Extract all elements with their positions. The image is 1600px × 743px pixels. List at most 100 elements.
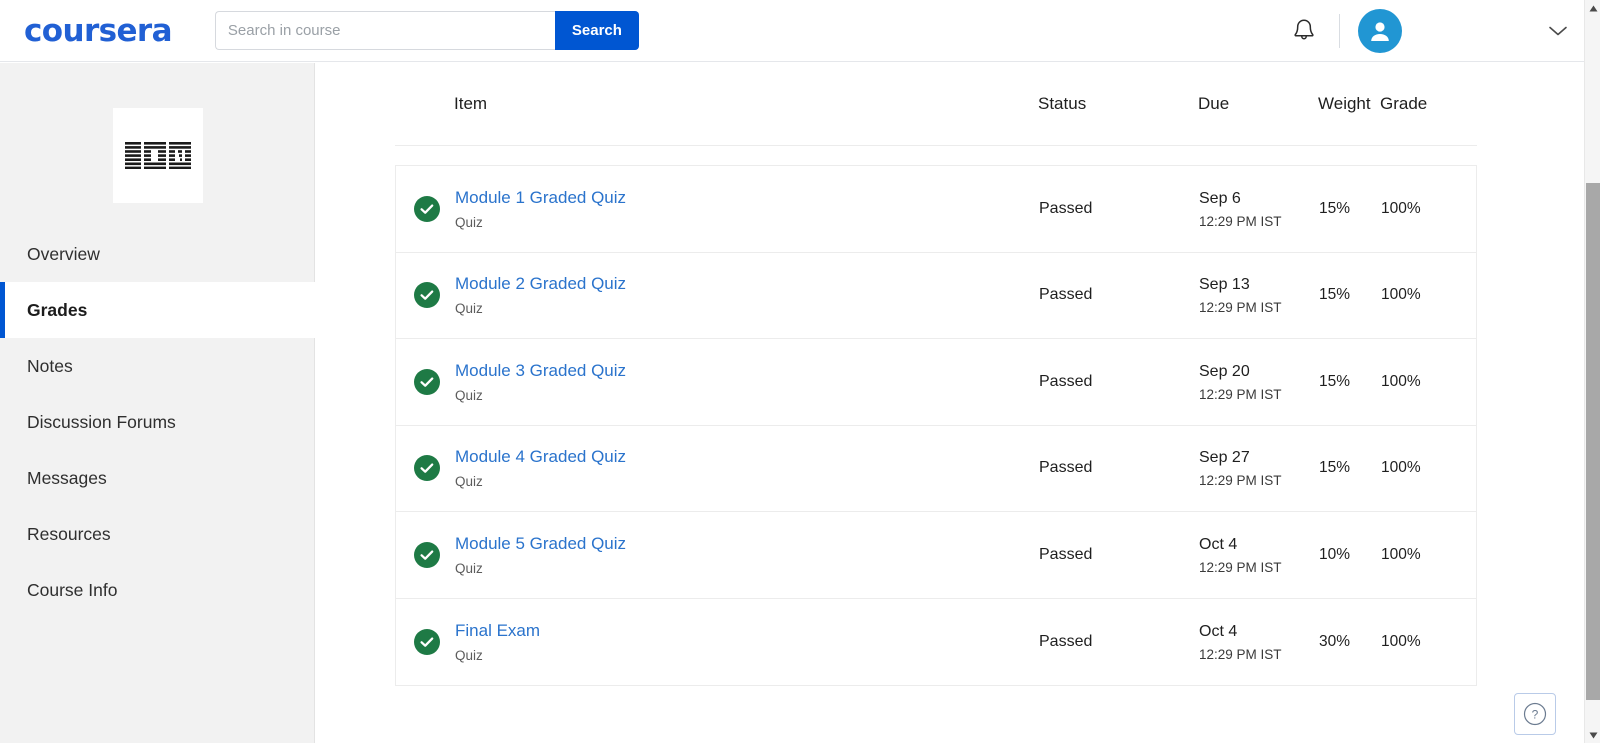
sidebar-item-label: Resources: [27, 523, 111, 544]
due-date: Sep 27: [1199, 449, 1250, 467]
scroll-down-arrow-icon[interactable]: [1585, 727, 1600, 743]
due-cell: Oct 4 12:29 PM IST: [1199, 621, 1319, 663]
grade-cell: 100%: [1381, 199, 1421, 217]
assignment-link[interactable]: Module 4 Graded Quiz: [455, 446, 1039, 468]
item-cell: Module 5 Graded Quiz Quiz: [455, 533, 1039, 577]
sidebar-item-resources[interactable]: Resources: [0, 506, 315, 562]
check-circle-icon: [414, 541, 440, 568]
item-cell: Module 1 Graded Quiz Quiz: [455, 187, 1039, 231]
sidebar-item-course-info[interactable]: Course Info: [0, 562, 315, 618]
sidebar-item-messages[interactable]: Messages: [0, 450, 315, 506]
ibm-logo-icon: [125, 142, 191, 169]
vertical-scrollbar[interactable]: [1584, 0, 1600, 743]
weight-cell: 15%: [1319, 372, 1351, 390]
header-divider: [1339, 13, 1340, 48]
sidebar-item-label: Messages: [27, 467, 107, 488]
due-date: Oct 4: [1199, 535, 1238, 553]
column-header-grade: Grade: [1380, 94, 1428, 113]
assignment-link[interactable]: Final Exam: [455, 620, 1039, 642]
table-row[interactable]: Module 5 Graded Quiz Quiz Passed Oct 4 1…: [396, 512, 1476, 599]
due-time: 12:29 PM IST: [1199, 213, 1282, 229]
sidebar-item-grades[interactable]: Grades: [0, 282, 315, 338]
svg-text:?: ?: [1532, 708, 1539, 722]
grade-cell: 100%: [1381, 632, 1421, 650]
column-header-weight: Weight: [1318, 94, 1371, 113]
assignment-type: Quiz: [455, 560, 483, 576]
weight-cell: 10%: [1319, 545, 1351, 563]
item-cell: Module 2 Graded Quiz Quiz: [455, 273, 1039, 317]
due-date: Sep 6: [1199, 189, 1241, 207]
table-row[interactable]: Module 3 Graded Quiz Quiz Passed Sep 20 …: [396, 339, 1476, 426]
weight-cell: 15%: [1319, 286, 1351, 304]
assignment-link[interactable]: Module 5 Graded Quiz: [455, 533, 1039, 555]
sidebar-item-discussion-forums[interactable]: Discussion Forums: [0, 394, 315, 450]
assignment-link[interactable]: Module 1 Graded Quiz: [455, 187, 1039, 209]
sidebar-item-label: Course Info: [27, 579, 118, 600]
assignment-type: Quiz: [455, 474, 483, 490]
search-input[interactable]: [214, 11, 555, 50]
check-circle-icon: [414, 628, 440, 655]
table-header-row: Item Status Due Weight Grade: [395, 63, 1477, 146]
header-actions: [1285, 0, 1584, 61]
item-cell: Final Exam Quiz: [455, 620, 1039, 664]
grade-cell: 100%: [1381, 372, 1421, 390]
column-header-status: Status: [1038, 94, 1087, 113]
due-date: Sep 20: [1199, 362, 1250, 380]
grade-cell: 100%: [1381, 545, 1421, 563]
scrollbar-thumb[interactable]: [1586, 183, 1600, 700]
due-cell: Sep 20 12:29 PM IST: [1199, 361, 1319, 403]
due-cell: Sep 6 12:29 PM IST: [1199, 188, 1319, 230]
assignment-link[interactable]: Module 2 Graded Quiz: [455, 273, 1039, 295]
due-time: 12:29 PM IST: [1199, 646, 1282, 662]
table-row[interactable]: Module 1 Graded Quiz Quiz Passed Sep 6 1…: [396, 166, 1476, 253]
due-date: Sep 13: [1199, 276, 1250, 294]
avatar[interactable]: [1358, 8, 1402, 53]
coursera-logo[interactable]: coursera: [24, 13, 173, 49]
assignment-link[interactable]: Module 3 Graded Quiz: [455, 360, 1039, 382]
sidebar-nav: Overview Grades Notes Discussion Forums …: [0, 226, 315, 618]
table-row[interactable]: Final Exam Quiz Passed Oct 4 12:29 PM IS…: [396, 599, 1476, 686]
grade-cell: 100%: [1381, 286, 1421, 304]
due-time: 12:29 PM IST: [1199, 473, 1282, 489]
top-header: coursera Search: [0, 0, 1584, 62]
sidebar-item-label: Notes: [27, 355, 73, 376]
scroll-up-arrow-icon[interactable]: [1585, 0, 1600, 16]
help-button[interactable]: ?: [1514, 693, 1556, 735]
column-header-due: Due: [1198, 94, 1230, 113]
check-circle-icon: [414, 455, 440, 482]
assignment-type: Quiz: [455, 301, 483, 317]
assignment-type: Quiz: [455, 647, 483, 663]
column-header-item: Item: [454, 94, 488, 113]
grade-cell: 100%: [1381, 459, 1421, 477]
sidebar: Overview Grades Notes Discussion Forums …: [0, 63, 315, 743]
status-cell: Passed: [1039, 199, 1093, 217]
table-row[interactable]: Module 2 Graded Quiz Quiz Passed Sep 13 …: [396, 253, 1476, 339]
table-body: Module 1 Graded Quiz Quiz Passed Sep 6 1…: [395, 165, 1477, 686]
due-cell: Sep 13 12:29 PM IST: [1199, 274, 1319, 316]
weight-cell: 15%: [1319, 199, 1351, 217]
table-row[interactable]: Module 4 Graded Quiz Quiz Passed Sep 27 …: [396, 426, 1476, 512]
sidebar-item-label: Grades: [27, 299, 88, 320]
status-cell: Passed: [1039, 286, 1093, 304]
weight-cell: 15%: [1319, 459, 1351, 477]
check-circle-icon: [414, 368, 440, 395]
search-bar: Search: [214, 11, 639, 50]
due-cell: Oct 4 12:29 PM IST: [1199, 534, 1319, 576]
question-mark-icon: ?: [1523, 702, 1547, 726]
due-date: Oct 4: [1199, 622, 1238, 640]
item-cell: Module 3 Graded Quiz Quiz: [455, 360, 1039, 404]
sidebar-item-label: Discussion Forums: [27, 411, 176, 432]
chevron-down-icon[interactable]: [1542, 15, 1574, 47]
status-cell: Passed: [1039, 459, 1093, 477]
status-cell: Passed: [1039, 372, 1093, 390]
item-cell: Module 4 Graded Quiz Quiz: [455, 446, 1039, 490]
sidebar-item-notes[interactable]: Notes: [0, 338, 315, 394]
sidebar-item-label: Overview: [27, 243, 100, 264]
weight-cell: 30%: [1319, 632, 1351, 650]
check-circle-icon: [414, 195, 440, 222]
status-cell: Passed: [1039, 545, 1093, 563]
assignment-type: Quiz: [455, 387, 483, 403]
bell-icon[interactable]: [1285, 12, 1323, 50]
sidebar-item-overview[interactable]: Overview: [0, 226, 315, 282]
search-button[interactable]: Search: [554, 11, 639, 50]
